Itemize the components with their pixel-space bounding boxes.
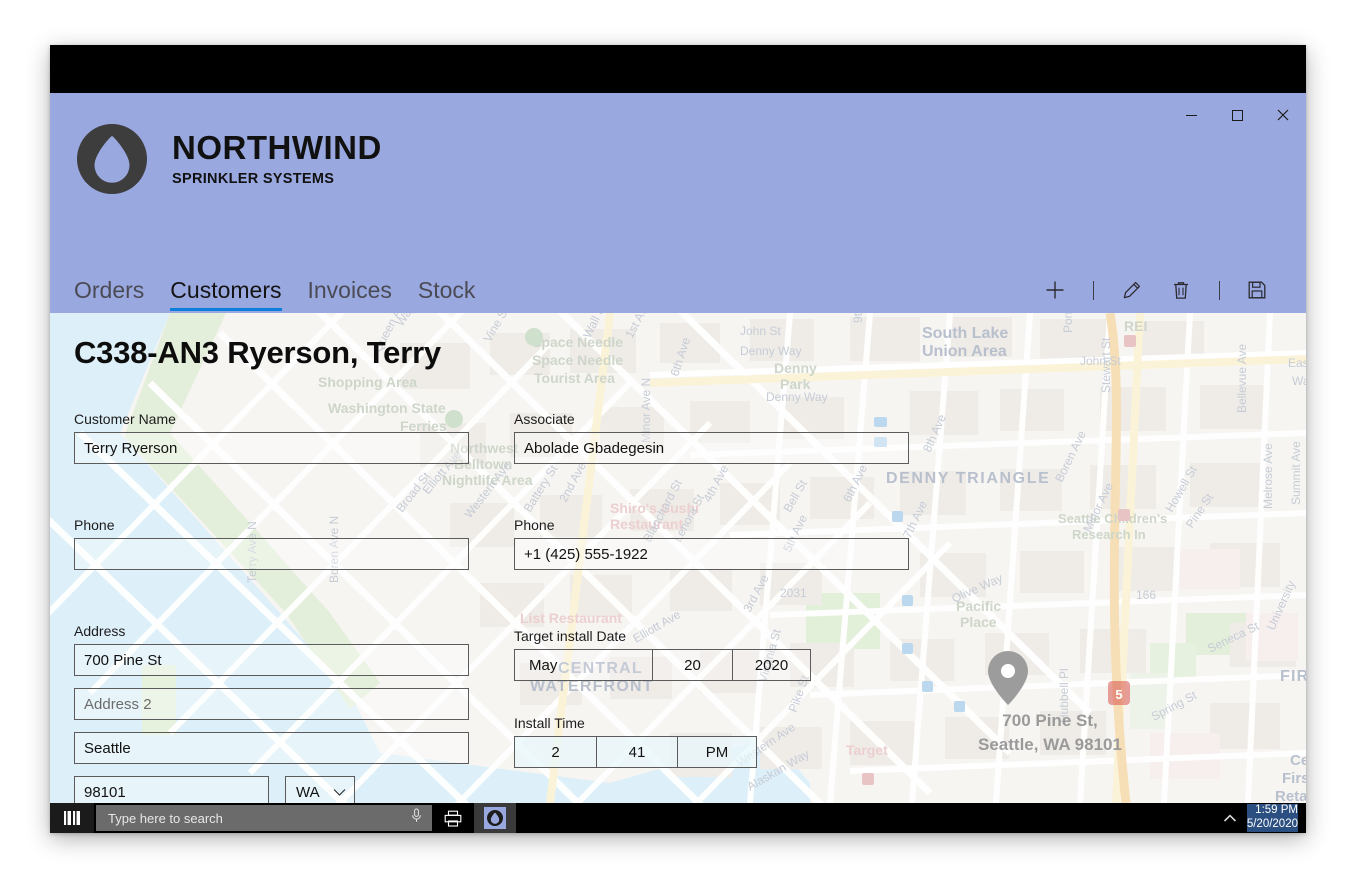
date-day-cell[interactable]: 20 (652, 650, 732, 680)
customer-detail-content: South Lake Union Area DENNY TRIANGLE CEN… (50, 313, 1306, 803)
app-navbar: Orders Customers Invoices Stock (50, 267, 1306, 313)
brand-name: NORTHWIND (172, 129, 382, 166)
state-select[interactable]: WA (285, 776, 355, 803)
clock-time: 1:59 PM (1246, 804, 1298, 818)
toolbar-separator-1-icon (1080, 280, 1106, 300)
close-button[interactable] (1260, 93, 1306, 137)
brand-block: NORTHWIND SPRINKLER SYSTEMS (74, 121, 382, 197)
time-meridiem-cell[interactable]: PM (677, 737, 756, 767)
field-customer-name: Customer Name (74, 411, 469, 464)
water-drop-logo-icon (74, 121, 150, 197)
target-install-date-label: Target install Date (514, 628, 627, 644)
page-title: C338-AN3 Ryerson, Terry (74, 335, 441, 370)
date-month-cell[interactable]: May (515, 650, 652, 680)
field-install-time: Install Time 2 41 PM (514, 715, 909, 768)
app-titlebar: NORTHWIND SPRINKLER SYSTEMS (50, 93, 1306, 267)
customer-phone-label: Phone (74, 517, 115, 533)
water-drop-app-icon (484, 807, 506, 829)
clock-date: 5/20/2020 (1246, 818, 1298, 832)
search-input[interactable]: Type here to search (96, 805, 432, 831)
time-picker[interactable]: 2 41 PM (514, 736, 757, 768)
chevron-down-icon (333, 788, 346, 797)
chevron-up-icon[interactable] (1213, 813, 1247, 823)
desktop-top-black-bar (50, 45, 1306, 93)
system-tray: 1:59 PM 5/20/2020 (1213, 803, 1306, 833)
time-minute-cell[interactable]: 41 (596, 737, 677, 767)
edit-button[interactable] (1106, 273, 1156, 307)
tab-invoices[interactable]: Invoices (308, 277, 392, 313)
save-button[interactable] (1232, 273, 1282, 307)
windows-start-icon[interactable] (50, 803, 94, 833)
address-line2-input[interactable] (74, 688, 469, 720)
delete-button[interactable] (1156, 273, 1206, 307)
screenshot-frame: NORTHWIND SPRINKLER SYSTEMS Orders Custo… (50, 45, 1306, 833)
customer-name-input[interactable] (74, 432, 469, 464)
nav-tabs: Orders Customers Invoices Stock (74, 277, 475, 313)
tab-customers[interactable]: Customers (170, 277, 282, 313)
field-customer-phone: Phone (74, 517, 469, 570)
address-line1-input[interactable] (74, 644, 469, 676)
tab-orders[interactable]: Orders (74, 277, 144, 313)
zip-state-row: WA (74, 776, 469, 803)
form-column-right: Associate Phone Target install Date (514, 411, 909, 768)
minimize-button[interactable] (1168, 93, 1214, 137)
printer-icon[interactable] (432, 803, 474, 833)
window-controls (1168, 93, 1306, 137)
microphone-icon[interactable] (411, 808, 422, 828)
install-time-label: Install Time (514, 715, 585, 731)
date-year-cell[interactable]: 2020 (732, 650, 810, 680)
time-hour-cell[interactable]: 2 (515, 737, 596, 767)
state-select-value: WA (296, 783, 320, 801)
customer-name-label: Customer Name (74, 411, 176, 427)
field-address: Address (74, 623, 469, 676)
toolbar-separator-2-icon (1206, 280, 1232, 300)
date-picker[interactable]: May 20 2020 (514, 649, 811, 681)
add-button[interactable] (1030, 273, 1080, 307)
northwind-app-window: NORTHWIND SPRINKLER SYSTEMS Orders Custo… (50, 93, 1306, 803)
zip-input[interactable] (74, 776, 269, 803)
screenshot-root: NORTHWIND SPRINKLER SYSTEMS Orders Custo… (0, 0, 1356, 884)
form-column-left: Customer Name Phone Address (74, 411, 469, 803)
field-associate: Associate (514, 411, 909, 464)
maximize-button[interactable] (1214, 93, 1260, 137)
associate-phone-input[interactable] (514, 538, 909, 570)
field-target-install-date: Target install Date May 20 2020 (514, 628, 909, 681)
windows-taskbar: Type here to search 1:59 PM 5/20/2020 (50, 803, 1306, 833)
tab-stock[interactable]: Stock (418, 277, 476, 313)
search-placeholder: Type here to search (108, 810, 223, 826)
associate-input[interactable] (514, 432, 909, 464)
city-input[interactable] (74, 732, 469, 764)
associate-label: Associate (514, 411, 575, 427)
brand-subtitle: SPRINKLER SYSTEMS (172, 171, 335, 187)
brand-text: NORTHWIND SPRINKLER SYSTEMS (172, 131, 382, 187)
nav-action-bar (1030, 273, 1282, 313)
customer-phone-input[interactable] (74, 538, 469, 570)
address-label: Address (74, 623, 126, 639)
taskbar-northwind-app[interactable] (474, 803, 516, 833)
field-associate-phone: Phone (514, 517, 909, 570)
customer-form: C338-AN3 Ryerson, Terry Customer Name Ph… (50, 313, 1306, 803)
taskbar-clock[interactable]: 1:59 PM 5/20/2020 (1246, 804, 1306, 832)
associate-phone-label: Phone (514, 517, 555, 533)
